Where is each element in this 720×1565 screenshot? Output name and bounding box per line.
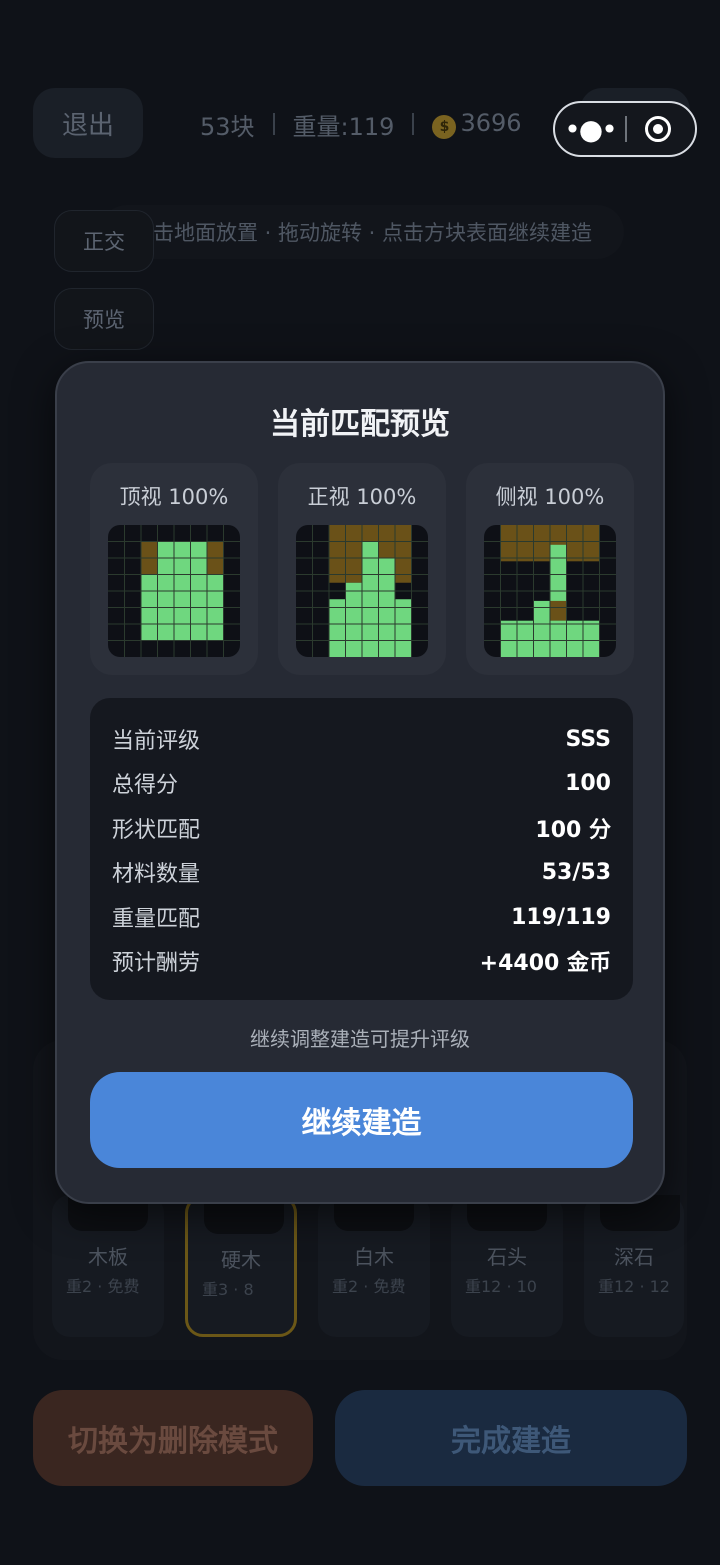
stat-label: 材料数量 [112,862,201,887]
material-name: 木板 [88,1245,128,1269]
stat-row-rating: 当前评级 SSS [112,724,611,755]
material-item[interactable]: 木板 重2 · 免费 [52,1195,164,1337]
stat-row-score: 总得分 100 [112,768,611,799]
front-view-blocks [296,525,428,657]
material-item[interactable]: 白木 重2 · 免费 [318,1195,430,1337]
material-name: 深石 [614,1245,654,1269]
stat-label: 重量匹配 [112,907,201,932]
material-item[interactable]: 石头 重12 · 10 [451,1195,563,1337]
stat-row-materials: 材料数量 53/53 [112,857,611,888]
stat-row-shape: 形状匹配 100 分 [112,813,611,843]
weight-readout: 重量:119 [292,112,395,141]
stat-value: 119/119 [511,904,611,930]
stat-value: 100 分 [535,818,611,843]
material-item-selected[interactable]: 硬木 重3 · 8 [185,1195,297,1337]
material-name: 硬木 [221,1248,261,1272]
block-count: 53块 [200,112,255,141]
exit-button[interactable]: 退出 [33,88,143,158]
material-name: 白木 [354,1245,394,1269]
delete-mode-button[interactable]: 切换为删除模式 [33,1390,313,1486]
stat-value: +4400 金币 [479,951,611,976]
material-price: 重12 · 12 [598,1277,670,1296]
top-view-card: 顶视 100% [90,463,258,675]
front-view-label: 正视 100% [307,485,417,509]
divider [272,113,275,135]
stat-value: SSS [565,726,611,752]
stat-label: 形状匹配 [112,818,201,843]
front-view-card: 正视 100% [278,463,446,675]
stats-panel: 当前评级 SSS 总得分 100 形状匹配 100 分 材料数量 53/53 重… [90,698,633,1000]
material-price: 重2 · 免费 [66,1277,140,1296]
money-bag-icon: $ [432,115,457,139]
material-item[interactable]: 深石 重12 · 12 [584,1195,684,1337]
divider [412,113,415,135]
improve-tip: 继续调整建造可提升评级 [250,1027,470,1051]
hint-banner: 点击地面放置 · 拖动旋转 · 点击方块表面继续建造 [100,205,624,259]
close-target-icon[interactable] [645,116,671,142]
top-view-label: 顶视 100% [119,485,229,509]
ortho-button[interactable]: 正交 [54,210,154,272]
top-stats: 53块 重量:119 $3696 [200,104,522,144]
stat-label: 预计酬劳 [112,951,201,976]
material-price: 重3 · 8 [202,1280,254,1299]
stat-label: 总得分 [112,773,179,798]
stat-value: 53/53 [541,859,611,885]
top-view-grid [108,525,240,657]
stat-row-weight: 重量匹配 119/119 [112,902,611,933]
finish-build-button[interactable]: 完成建造 [335,1390,687,1486]
match-preview-modal: 当前匹配预览 顶视 100% 正视 100% 侧视 100% 当前评级 SSS … [55,361,665,1204]
more-icon[interactable]: •●• [555,113,625,146]
preview-button[interactable]: 预览 [54,288,154,350]
side-view-blocks [484,525,616,657]
stat-value: 100 [565,770,611,796]
side-view-card: 侧视 100% [466,463,634,675]
side-view-label: 侧视 100% [495,485,605,509]
front-view-grid [296,525,428,657]
material-price: 重2 · 免费 [332,1277,406,1296]
continue-build-button[interactable]: 继续建造 [90,1072,633,1168]
miniprogram-capsule[interactable]: •●• [553,101,697,157]
material-name: 石头 [487,1245,527,1269]
stat-label: 当前评级 [112,729,201,754]
stat-row-reward: 预计酬劳 +4400 金币 [112,946,611,976]
side-view-grid [484,525,616,657]
modal-title: 当前匹配预览 [270,407,450,442]
top-view-blocks [108,525,240,657]
material-price: 重12 · 10 [465,1277,537,1296]
coin-readout: $3696 [432,109,522,139]
capsule-divider [625,116,627,142]
coin-amount: 3696 [460,109,522,137]
